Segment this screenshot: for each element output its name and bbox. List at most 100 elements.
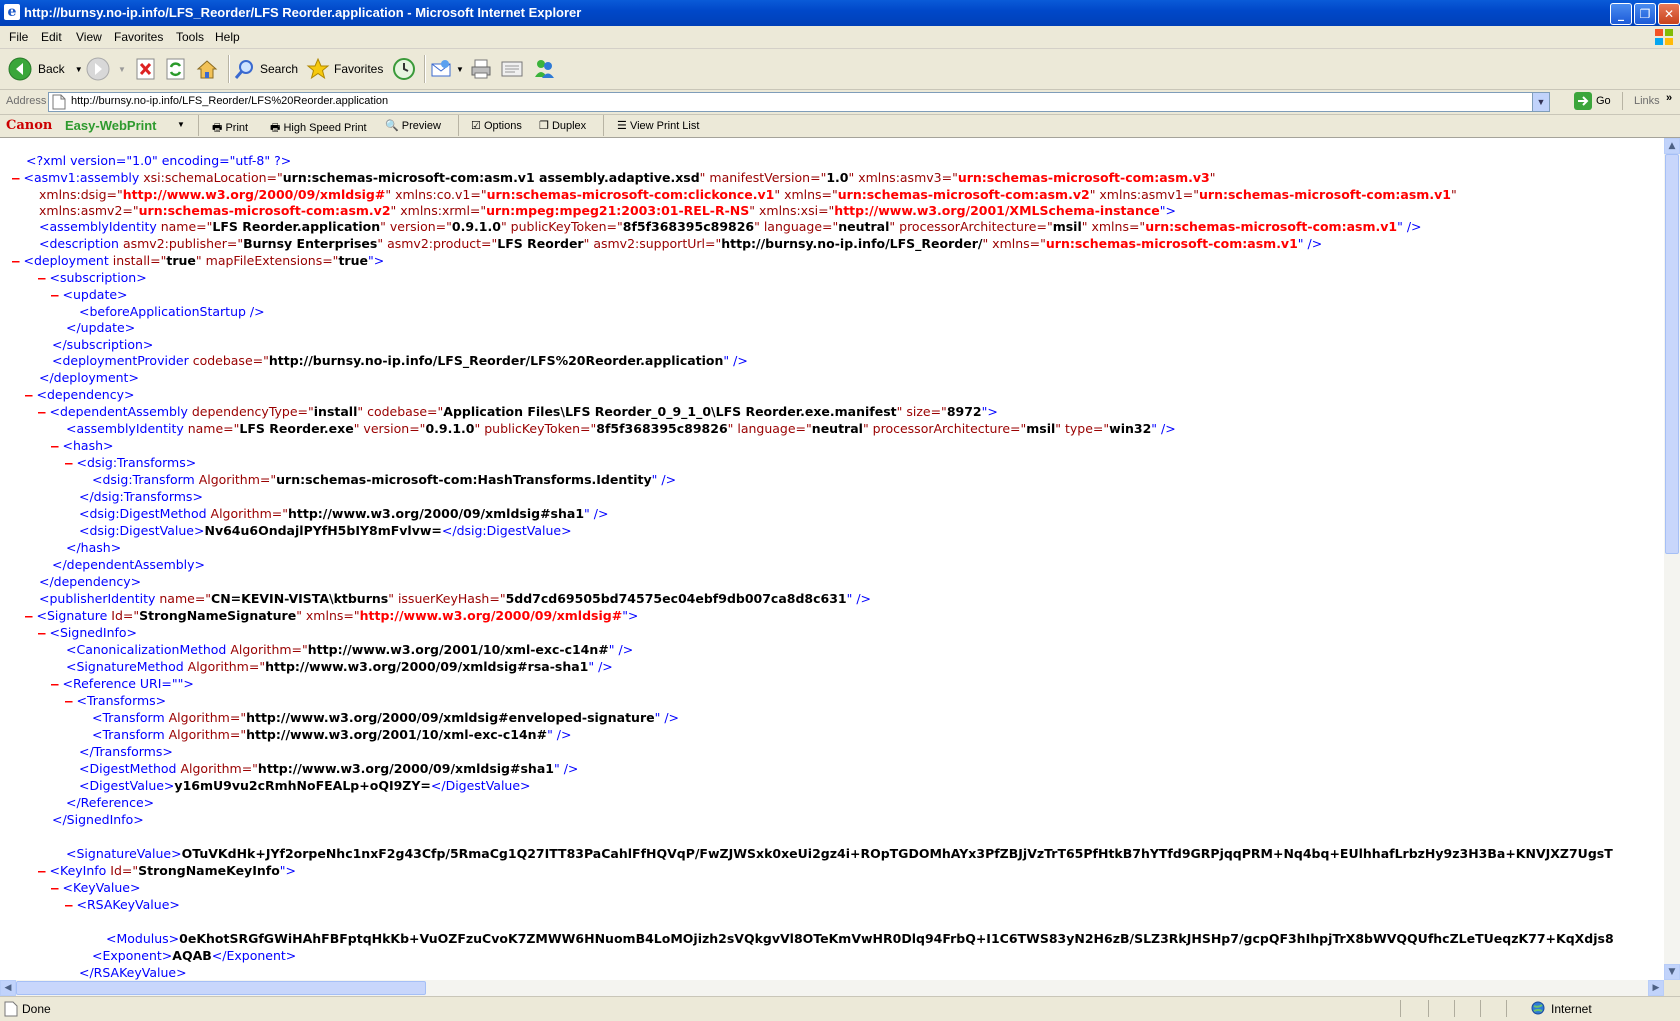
scroll-right-icon[interactable]: ▶ xyxy=(1648,980,1664,996)
toolbar-separator xyxy=(424,55,426,83)
search-button[interactable]: Search xyxy=(234,57,298,81)
menu-view[interactable]: View xyxy=(76,30,102,44)
xml-line: </dependency> xyxy=(39,574,142,589)
xml-line: – <Reference URI=""> xyxy=(51,676,194,691)
close-button[interactable]: ✕ xyxy=(1658,3,1680,25)
xml-line: <CanonicalizationMethod Algorithm="http:… xyxy=(66,642,634,657)
collapse-toggle[interactable]: – xyxy=(25,387,33,402)
links-button[interactable]: Links xyxy=(1634,95,1660,107)
canon-dropdown-icon[interactable]: ▼ xyxy=(177,120,185,129)
collapse-toggle[interactable]: – xyxy=(38,863,46,878)
options-button[interactable]: ☑ Options xyxy=(471,119,522,132)
xml-line: – <RSAKeyValue> xyxy=(65,897,180,912)
stop-icon xyxy=(136,58,155,80)
collapse-toggle[interactable]: – xyxy=(51,438,59,453)
forward-dropdown-icon[interactable]: ▼ xyxy=(118,65,126,74)
xml-line: </deployment> xyxy=(39,370,139,385)
menu-file[interactable]: File xyxy=(9,30,28,44)
messenger-button[interactable] xyxy=(532,57,556,81)
back-button[interactable]: Back ▼ xyxy=(8,57,83,81)
mail-button[interactable]: ▼ xyxy=(430,57,464,81)
toolbar-separator xyxy=(228,55,230,83)
collapse-toggle[interactable]: – xyxy=(12,253,20,268)
collapse-toggle[interactable]: – xyxy=(51,287,59,302)
xml-line: <dsig:Transform Algorithm="urn:schemas-m… xyxy=(92,472,677,487)
home-icon xyxy=(196,60,218,79)
collapse-toggle[interactable]: – xyxy=(12,170,20,185)
stop-button[interactable] xyxy=(136,57,156,81)
back-dropdown-icon[interactable]: ▼ xyxy=(75,65,83,74)
collapse-toggle[interactable]: – xyxy=(38,404,46,419)
maximize-button[interactable]: ❐ xyxy=(1634,3,1656,25)
menu-tools[interactable]: Tools xyxy=(176,30,204,44)
xml-line: – <dependency> xyxy=(25,387,135,402)
history-button[interactable] xyxy=(392,57,416,81)
collapse-toggle[interactable]: – xyxy=(51,880,59,895)
collapse-toggle[interactable]: – xyxy=(38,270,46,285)
forward-button[interactable]: ▼ xyxy=(86,57,126,81)
duplex-button[interactable]: ❐ Duplex xyxy=(539,119,586,132)
mail-dropdown-icon[interactable]: ▼ xyxy=(456,65,464,74)
search-icon xyxy=(234,60,253,79)
horizontal-scrollbar[interactable]: ◀ ▶ xyxy=(0,980,1664,996)
xml-line: – <dsig:Transforms> xyxy=(65,455,197,470)
canon-print-button[interactable]: 🖶 Print xyxy=(212,119,248,138)
minimize-button[interactable]: _ xyxy=(1610,3,1632,25)
ie-page-icon[interactable]: e xyxy=(4,4,20,20)
xml-line: </RSAKeyValue> xyxy=(79,965,187,980)
address-bar: Address http://burnsy.no-ip.info/LFS_Reo… xyxy=(0,90,1680,115)
collapse-toggle[interactable]: – xyxy=(65,693,73,708)
vertical-scrollbar[interactable]: ▲ ▼ xyxy=(1664,138,1680,980)
xml-declaration: <?xml version="1.0" encoding="utf-8" ?> xyxy=(26,153,292,168)
scroll-down-icon[interactable]: ▼ xyxy=(1664,964,1680,980)
home-button[interactable] xyxy=(196,57,218,81)
duplex-icon: ❐ xyxy=(539,120,549,132)
vertical-scroll-thumb[interactable] xyxy=(1665,154,1679,554)
favorites-button[interactable]: Favorites xyxy=(306,57,383,81)
go-arrow-icon xyxy=(1574,92,1592,110)
xml-line: <DigestValue>y16mU9vu2cRmhNoFEALp+oQI9ZY… xyxy=(79,778,531,793)
horizontal-scroll-thumb[interactable] xyxy=(16,981,426,995)
xml-line: <dsig:DigestValue>Nv64u6OndajlPYfH5bIY8m… xyxy=(79,523,572,538)
xml-line: – <subscription> xyxy=(38,270,147,285)
status-bar: Done Internet xyxy=(0,996,1680,1021)
standard-toolbar: Back ▼ ▼ Search Favorites ▼ xyxy=(0,49,1680,90)
xml-line: – <KeyInfo Id="StrongNameKeyInfo"> xyxy=(38,863,297,878)
links-chevron-icon[interactable]: » xyxy=(1666,92,1672,104)
status-text: Done xyxy=(22,1002,51,1016)
list-icon: ☰ xyxy=(617,120,627,132)
address-dropdown-icon[interactable]: ▼ xyxy=(1532,93,1549,111)
menu-favorites[interactable]: Favorites xyxy=(114,30,163,44)
collapse-toggle[interactable]: – xyxy=(65,455,73,470)
scroll-up-icon[interactable]: ▲ xyxy=(1664,138,1680,154)
scroll-left-icon[interactable]: ◀ xyxy=(0,980,16,996)
xml-line: </update> xyxy=(66,320,136,335)
print-button[interactable] xyxy=(470,57,492,81)
xml-line: </Reference> xyxy=(66,795,155,810)
printer-icon: 🖶 xyxy=(212,122,223,134)
windows-logo-icon xyxy=(1655,29,1673,45)
easy-webprint-menu[interactable]: Easy-WebPrint xyxy=(65,118,157,133)
refresh-button[interactable] xyxy=(166,57,186,81)
view-print-list-button[interactable]: ☰ View Print List xyxy=(617,119,699,132)
collapse-toggle[interactable]: – xyxy=(38,625,46,640)
security-zone[interactable]: Internet xyxy=(1506,1000,1680,1017)
xml-line: </dependentAssembly> xyxy=(52,557,206,572)
menu-help[interactable]: Help xyxy=(215,30,240,44)
go-button[interactable]: Go xyxy=(1574,92,1611,110)
xml-line: – <KeyValue> xyxy=(51,880,141,895)
collapse-toggle[interactable]: – xyxy=(51,676,59,691)
address-input[interactable]: http://burnsy.no-ip.info/LFS_Reorder/LFS… xyxy=(48,92,1550,112)
page-done-icon xyxy=(4,1001,18,1017)
messenger-icon xyxy=(535,60,554,78)
high-speed-print-button[interactable]: 🖶 High Speed Print xyxy=(270,119,367,138)
address-url: http://burnsy.no-ip.info/LFS_Reorder/LFS… xyxy=(71,95,389,107)
menu-edit[interactable]: Edit xyxy=(41,30,62,44)
star-icon xyxy=(306,57,330,80)
xml-line: – <Transforms> xyxy=(65,693,167,708)
edit-button[interactable] xyxy=(500,57,524,81)
collapse-toggle[interactable]: – xyxy=(65,897,73,912)
preview-button[interactable]: 🔍 Preview xyxy=(385,119,441,132)
xml-line: <DigestMethod Algorithm="http://www.w3.o… xyxy=(79,761,579,776)
collapse-toggle[interactable]: – xyxy=(25,608,33,623)
